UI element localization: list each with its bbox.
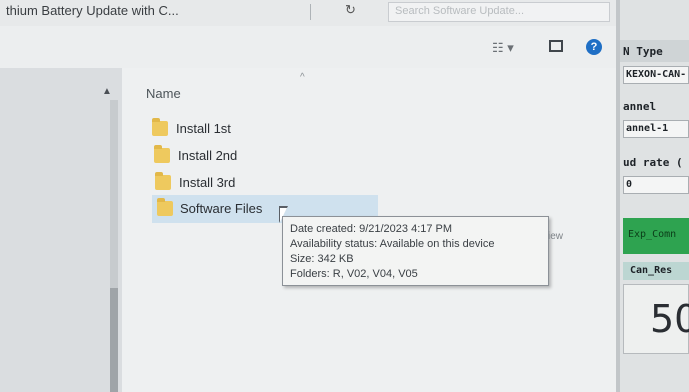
device-type-label: N Type: [623, 45, 663, 58]
folder-name: Install 3rd: [179, 175, 236, 190]
search-input[interactable]: Search Software Update...: [388, 2, 610, 22]
tooltip-availability: Availability status: Available on this d…: [290, 238, 495, 250]
tooltip-date-created: Date created: 9/21/2023 4:17 PM: [290, 223, 453, 235]
separator: [310, 4, 311, 20]
baud-rate-label: ud rate (: [623, 156, 683, 169]
list-item[interactable]: Install 2nd: [154, 145, 284, 167]
tooltip-folders: Folders: R, V02, V04, V05: [290, 268, 418, 280]
search-placeholder: Search Software Update...: [395, 5, 525, 17]
device-type-header: N Type: [620, 40, 689, 62]
address-bar[interactable]: thium Battery Update with C...: [6, 0, 246, 22]
address-bar-row: thium Battery Update with C... ↻ Search …: [0, 0, 620, 27]
view-toolbar: ☷ ▾ ?: [0, 26, 620, 68]
help-icon[interactable]: ?: [586, 39, 602, 55]
list-item[interactable]: Install 1st: [152, 118, 282, 140]
folder-icon: [157, 198, 173, 216]
folder-icon: [152, 118, 168, 136]
device-type-select[interactable]: KEXON-CAN-: [623, 66, 689, 84]
folder-icon: [154, 145, 170, 163]
folder-name: Install 2nd: [178, 148, 238, 163]
list-item[interactable]: Install 3rd: [155, 172, 285, 194]
truncated-text: iew: [548, 231, 564, 242]
baud-rate-value: 0: [626, 179, 633, 190]
exp-comn-label: Exp_Comn: [628, 229, 677, 240]
baud-rate-select[interactable]: 0: [623, 176, 689, 194]
value-display: 50: [623, 284, 689, 354]
chevron-up-icon[interactable]: ▲: [102, 86, 112, 97]
can-tool-window: N Type KEXON-CAN- annel annel-1 ud rate …: [620, 0, 689, 392]
folder-tooltip: Date created: 9/21/2023 4:17 PM Availabi…: [282, 216, 549, 286]
folder-icon: [155, 172, 171, 190]
exp-comn-button[interactable]: Exp_Comn: [623, 218, 689, 254]
can-res-header: Can_Res: [623, 262, 689, 280]
tooltip-size: Size: 342 KB: [290, 253, 354, 265]
big-value: 50: [650, 297, 689, 341]
channel-select[interactable]: annel-1: [623, 120, 689, 138]
folder-name: Software Files: [180, 201, 263, 216]
can-res-label: Can_Res: [630, 265, 673, 276]
folder-name: Install 1st: [176, 121, 231, 136]
column-header-name[interactable]: Name: [146, 86, 181, 101]
channel-label: annel: [623, 100, 657, 113]
device-type-value: KEXON-CAN-: [626, 69, 687, 80]
details-view-icon[interactable]: ☷ ▾: [492, 40, 514, 56]
preview-pane-icon[interactable]: [549, 40, 563, 52]
navigation-pane: ▲: [0, 68, 122, 392]
sort-ascending-icon: ^: [300, 72, 305, 83]
nav-scrollbar-thumb[interactable]: [110, 288, 118, 392]
channel-value: annel-1: [626, 123, 669, 134]
refresh-icon[interactable]: ↻: [345, 2, 356, 18]
